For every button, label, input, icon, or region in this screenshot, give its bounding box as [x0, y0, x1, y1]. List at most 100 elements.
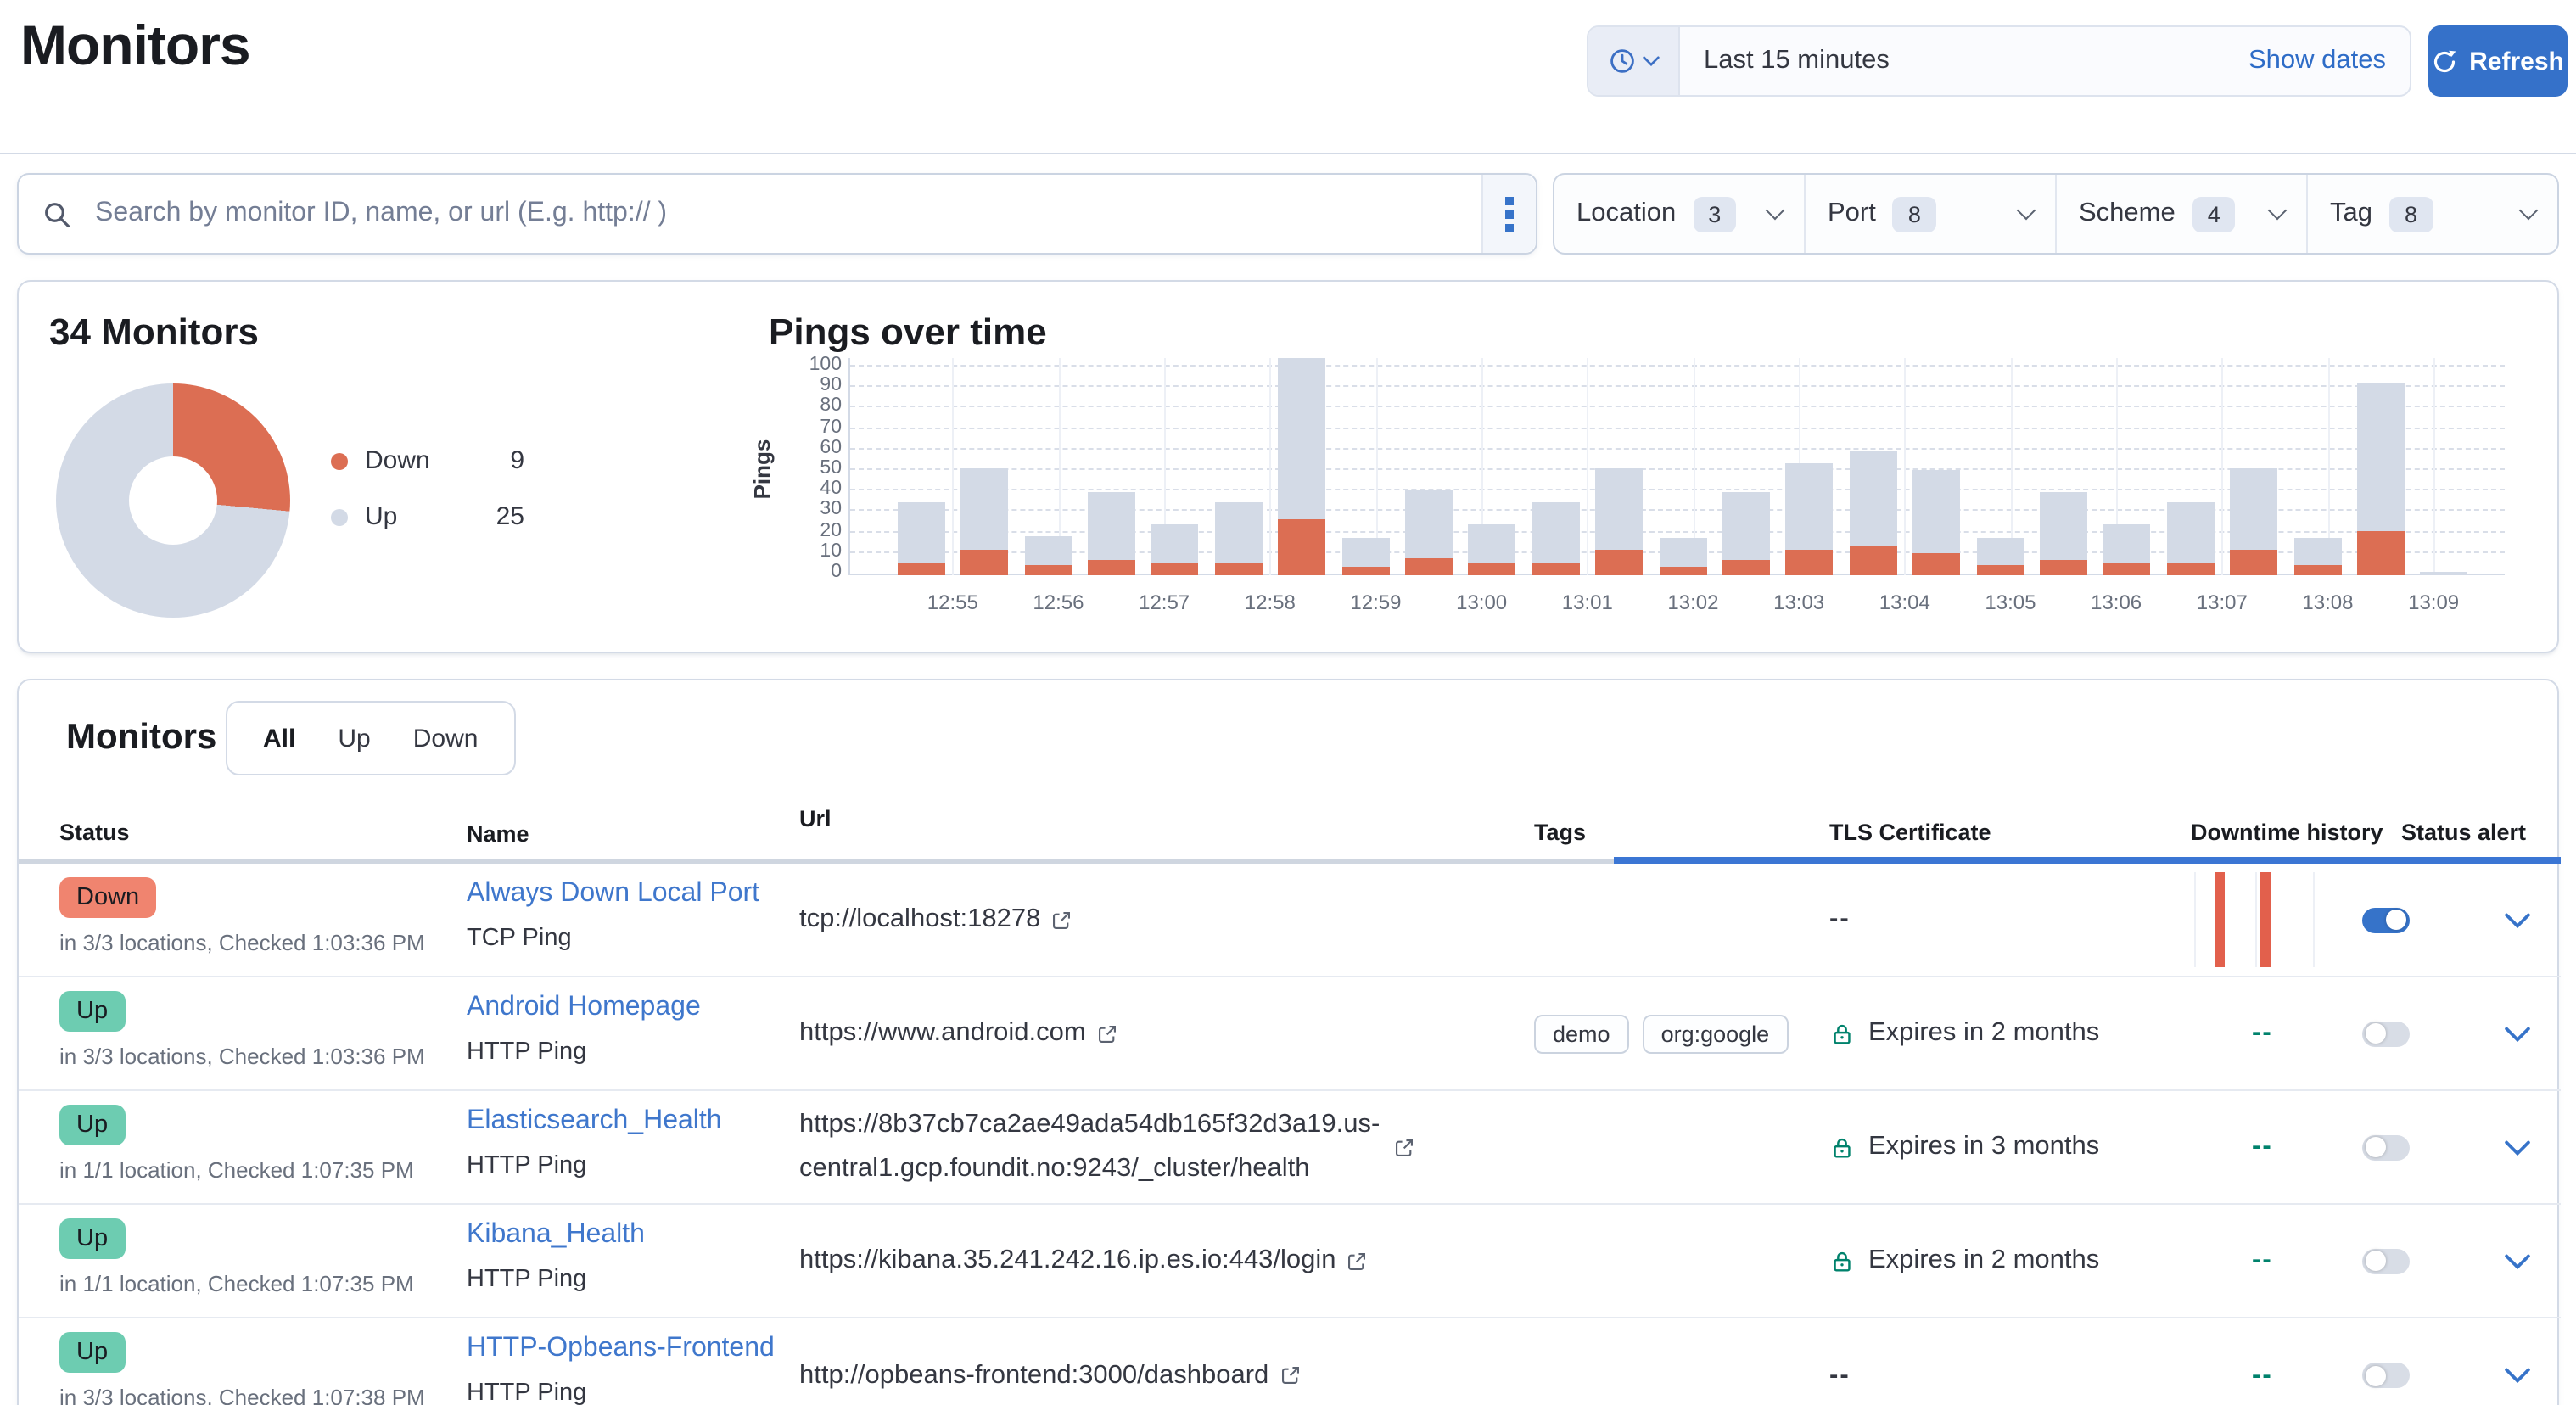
- status-alert-cell: [2345, 1205, 2478, 1317]
- ping-bar: [1524, 503, 1588, 575]
- status-detail: in 3/3 locations, Checked 1:03:36 PM: [59, 930, 450, 955]
- downtime-cell: [2174, 864, 2345, 976]
- monitor-link[interactable]: Android Homepage: [467, 993, 782, 1023]
- external-link-icon[interactable]: [1279, 1364, 1301, 1386]
- filter-tag[interactable]: Tag 8: [2306, 175, 2557, 253]
- status-alert-cell: [2345, 864, 2478, 976]
- tab-all[interactable]: All: [263, 724, 295, 753]
- legend-value: 25: [496, 502, 524, 531]
- filter-port[interactable]: Port 8: [1804, 175, 2055, 253]
- expand-row-chevron-icon[interactable]: [2505, 1253, 2530, 1268]
- status-alert-toggle[interactable]: [2362, 907, 2410, 932]
- monitor-type: HTTP Ping: [467, 1038, 782, 1066]
- monitor-url[interactable]: tcp://localhost:18278: [799, 898, 1040, 942]
- ping-bar: [1778, 463, 1841, 575]
- y-tick-label: 80: [767, 396, 842, 417]
- monitor-type: HTTP Ping: [467, 1266, 782, 1293]
- x-tick-label: 12:59: [1350, 591, 1401, 614]
- ping-bar: [1079, 492, 1143, 575]
- tags-cell: [1517, 1318, 1812, 1405]
- expand-row-chevron-icon[interactable]: [2505, 1139, 2530, 1155]
- status-alert-toggle[interactable]: [2362, 1134, 2410, 1160]
- search-icon: [19, 199, 81, 228]
- tags-cell: [1517, 1205, 1812, 1317]
- legend-item-down: Down 9: [331, 446, 524, 475]
- legend-value: 9: [510, 446, 524, 475]
- ping-bar: [1651, 538, 1715, 575]
- filter-location[interactable]: Location 3: [1554, 175, 1804, 253]
- filter-label: Port: [1828, 199, 1876, 229]
- external-link-icon[interactable]: [1347, 1250, 1369, 1272]
- x-tick-label: 12:57: [1139, 591, 1190, 614]
- show-dates-link[interactable]: Show dates: [2248, 46, 2386, 76]
- x-tick-label: 13:03: [1773, 591, 1824, 614]
- time-picker[interactable]: Last 15 minutes Show dates: [1587, 25, 2411, 97]
- table-row: Up in 3/3 locations, Checked 1:03:36 PM …: [19, 977, 2561, 1091]
- quick-select-button[interactable]: [1588, 27, 1680, 95]
- col-header-name: Name: [450, 806, 782, 865]
- y-tick-label: 50: [767, 458, 842, 479]
- clock-icon: [1608, 48, 1635, 75]
- expand-row-chevron-icon[interactable]: [2505, 1368, 2530, 1383]
- header-divider: [0, 153, 2576, 154]
- status-alert-toggle[interactable]: [2362, 1363, 2410, 1388]
- status-alert-toggle[interactable]: [2362, 1248, 2410, 1273]
- col-header-url: Url: [782, 806, 1517, 865]
- external-link-icon[interactable]: [1393, 1136, 1415, 1158]
- monitor-type: TCP Ping: [467, 925, 782, 952]
- x-tick-label: 13:06: [2091, 591, 2142, 614]
- uptime-monitors-page: Monitors Last 15 minutes Show dates Refr…: [0, 0, 2576, 1405]
- monitor-link[interactable]: HTTP-Opbeans-Frontend: [467, 1334, 782, 1364]
- ping-bar: [1207, 503, 1270, 575]
- y-tick-label: 20: [767, 520, 842, 540]
- status-badge: Up: [59, 991, 125, 1032]
- refresh-icon: [2432, 48, 2457, 74]
- external-link-icon[interactable]: [1096, 1022, 1118, 1044]
- monitor-url[interactable]: https://8b37cb7ca2ae49ada54db165f32d3a19…: [799, 1103, 1383, 1191]
- tab-up[interactable]: Up: [338, 724, 370, 753]
- x-tick-label: 12:55: [927, 591, 978, 614]
- tab-down[interactable]: Down: [413, 724, 479, 753]
- expand-row-chevron-icon[interactable]: [2505, 1026, 2530, 1041]
- tag-chip[interactable]: demo: [1534, 1014, 1629, 1053]
- table-row: Down in 3/3 locations, Checked 1:03:36 P…: [19, 864, 2561, 977]
- tag-chip[interactable]: org:google: [1643, 1014, 1789, 1053]
- ping-bar: [2222, 467, 2286, 575]
- monitor-url[interactable]: https://www.android.com: [799, 1011, 1086, 1055]
- external-link-icon[interactable]: [1050, 909, 1072, 931]
- expand-cell: [2478, 977, 2557, 1089]
- search-input[interactable]: [81, 199, 1481, 229]
- downtime-sparkline: [2181, 872, 2316, 967]
- ping-bar: [1334, 538, 1397, 575]
- tls-cell: Expires in 3 months: [1812, 1091, 2174, 1203]
- refresh-button[interactable]: Refresh: [2428, 25, 2568, 97]
- monitor-link[interactable]: Kibana_Health: [467, 1220, 782, 1251]
- monitor-link[interactable]: Always Down Local Port: [467, 879, 782, 910]
- time-range-display[interactable]: Last 15 minutes Show dates: [1680, 27, 2410, 95]
- status-cell: Up in 1/1 location, Checked 1:07:35 PM: [19, 1091, 450, 1203]
- url-cell: http://opbeans-frontend:3000/dashboard: [782, 1318, 1517, 1405]
- status-alert-toggle[interactable]: [2362, 1021, 2410, 1046]
- up-dot-icon: [331, 508, 348, 525]
- table-row: Up in 3/3 locations, Checked 1:07:38 PM …: [19, 1318, 2561, 1405]
- legend-label: Down: [365, 446, 430, 475]
- expand-row-chevron-icon[interactable]: [2505, 912, 2530, 927]
- downtime-bar: [2215, 872, 2225, 967]
- monitor-url[interactable]: http://opbeans-frontend:3000/dashboard: [799, 1353, 1268, 1397]
- ping-bar: [2286, 538, 2349, 575]
- query-language-menu-button[interactable]: [1481, 175, 1536, 253]
- status-detail: in 1/1 location, Checked 1:07:35 PM: [59, 1157, 450, 1183]
- filter-label: Scheme: [2079, 199, 2176, 229]
- ping-bar: [1715, 492, 1778, 575]
- monitor-search-bar[interactable]: [17, 173, 1537, 255]
- filter-count-badge: 4: [2192, 196, 2236, 232]
- downtime-cell: --: [2174, 1205, 2345, 1317]
- down-dot-icon: [331, 452, 348, 469]
- chevron-down-icon: [2268, 201, 2288, 221]
- y-tick-label: 90: [767, 375, 842, 395]
- legend-label: Up: [365, 502, 397, 531]
- name-cell: Kibana_Health HTTP Ping: [450, 1205, 782, 1317]
- monitor-url[interactable]: https://kibana.35.241.242.16.ip.es.io:44…: [799, 1239, 1336, 1283]
- monitor-link[interactable]: Elasticsearch_Health: [467, 1106, 782, 1137]
- filter-scheme[interactable]: Scheme 4: [2055, 175, 2306, 253]
